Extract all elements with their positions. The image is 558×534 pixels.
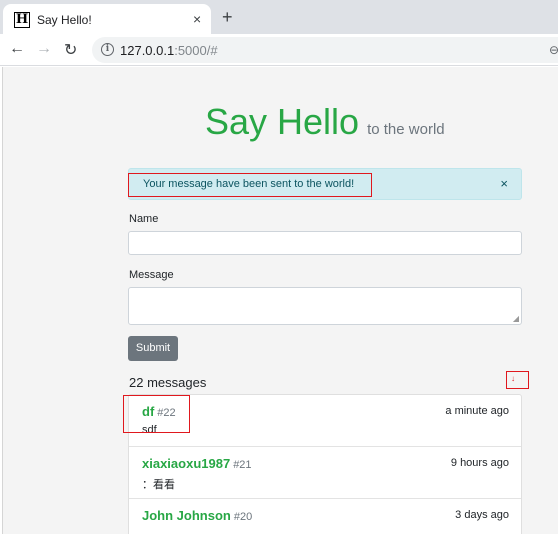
message-time: a minute ago [445,405,509,417]
name-input[interactable] [128,231,522,255]
resize-handle-icon[interactable]: ◢ [513,314,519,323]
tab-close-icon[interactable]: × [193,11,201,27]
annotation-box-arrow [506,371,529,389]
annotation-box-alert [128,173,372,197]
reload-icon[interactable]: ↻ [64,40,77,60]
url-path: :5000/# [174,43,218,58]
zoom-icon[interactable]: ⊖ [549,43,558,57]
author-name[interactable]: John Johnson [142,508,231,523]
browser-tab-bar: H Say Hello! × + [0,0,558,34]
message-number: #21 [233,459,252,471]
message-body: ：看看 [142,479,175,491]
url-host: 127.0.0.1 [120,43,175,58]
alert-close-icon[interactable]: × [500,176,508,191]
info-icon[interactable]: i [101,43,114,56]
name-label: Name [129,213,159,225]
browser-tab[interactable]: H Say Hello! × [3,4,211,34]
message-number: #20 [233,511,253,523]
message-label: Message [129,269,174,281]
message-textarea[interactable]: ◢ [128,287,522,325]
submit-button[interactable]: Submit [128,336,178,361]
list-item[interactable]: John Johnson #20 3 days ago [129,499,521,534]
message-author[interactable]: John Johnson #20 [142,508,252,523]
address-bar[interactable]: i 127.0.0.1:5000/# [92,37,558,63]
page-heading: Say Hello to the world [205,101,445,143]
page-subtitle: to the world [367,121,445,138]
url-text[interactable]: 127.0.0.1:5000/# [120,43,218,58]
back-arrow-icon[interactable]: ← [9,40,25,58]
message-time: 9 hours ago [450,457,509,469]
page-title: Say Hello [205,101,360,142]
annotation-box-first-message [123,395,190,433]
messages-count: 22 messages [129,375,207,390]
site-favicon-icon: H [14,12,30,28]
message-time: 3 days ago [455,509,509,521]
browser-toolbar: ← → ↻ i 127.0.0.1:5000/# ⊖ [0,34,558,66]
forward-arrow-icon[interactable]: → [36,40,52,58]
author-name[interactable]: xiaxiaoxu1987 [142,456,230,471]
tab-title: Say Hello! [37,13,92,27]
new-tab-icon[interactable]: + [222,8,233,26]
message-author[interactable]: xiaxiaoxu1987 #21 [142,456,252,471]
page-viewport: Say Hello to the world Your message have … [2,67,558,534]
list-item[interactable]: xiaxiaoxu1987 #21 9 hours ago ：看看 [129,447,521,499]
